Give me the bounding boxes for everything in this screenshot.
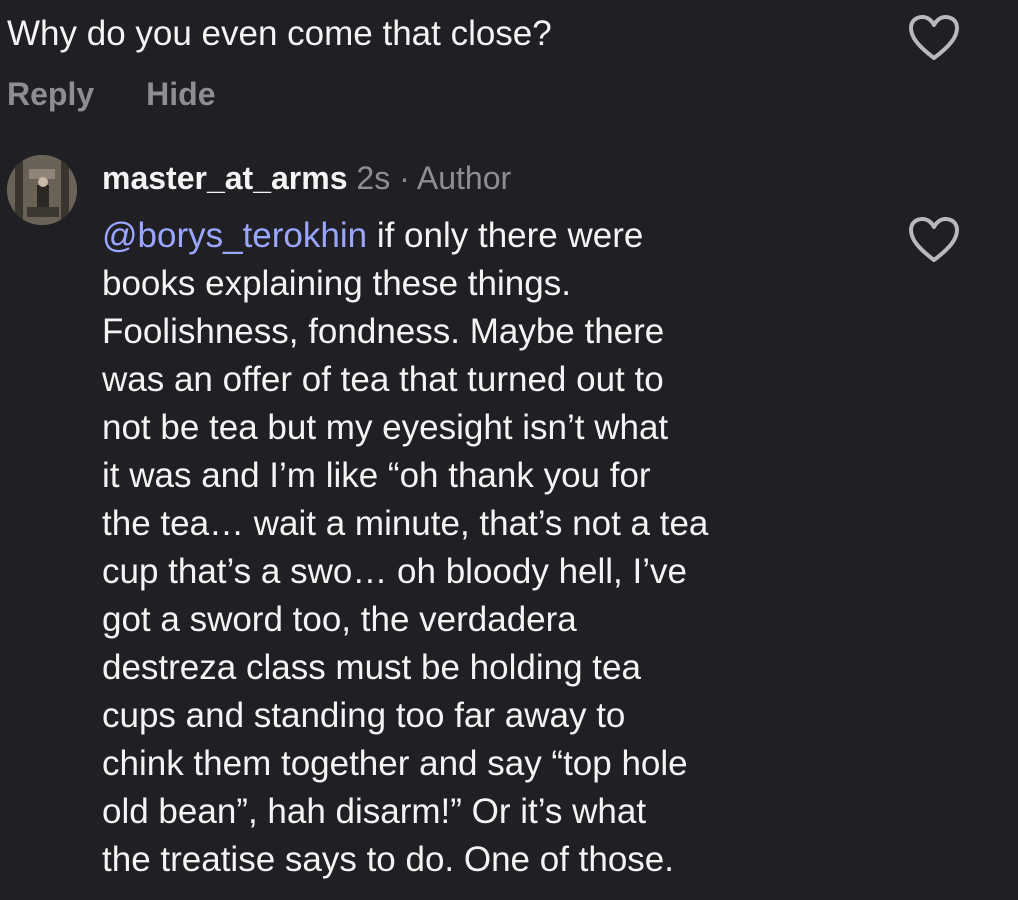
reply-line: chink them together and say “top hole bbox=[102, 744, 688, 783]
avatar-image bbox=[7, 155, 77, 225]
username[interactable]: master_at_arms bbox=[102, 160, 348, 196]
heart-outline-icon bbox=[909, 217, 959, 262]
hide-button[interactable]: Hide bbox=[146, 76, 215, 113]
reply-line: Foolishness, fondness. Maybe there bbox=[102, 312, 665, 351]
reply-line: destreza class must be holding tea bbox=[102, 648, 641, 687]
reply-line: got a sword too, the verdadera bbox=[102, 600, 577, 639]
reply-line: it was and I’m like “oh thank you for bbox=[102, 456, 651, 495]
reply-button[interactable]: Reply bbox=[7, 76, 94, 113]
author-badge: Author bbox=[416, 160, 512, 196]
reply-line: not be tea but my eyesight isn’t what bbox=[102, 408, 669, 447]
reply-text: @borys_terokhin if only there were books… bbox=[102, 212, 892, 884]
user-avatar[interactable] bbox=[7, 155, 77, 225]
mention-link[interactable]: @borys_terokhin bbox=[102, 216, 367, 255]
reply-line-text: if only there were bbox=[367, 216, 644, 255]
reply-line: the tea… wait a minute, that’s not a tea bbox=[102, 504, 709, 543]
separator: · bbox=[399, 160, 410, 196]
reply-line: cup that’s a swo… oh bloody hell, I’ve bbox=[102, 552, 687, 591]
heart-outline-icon bbox=[909, 15, 959, 60]
reply-line: was an offer of tea that turned out to bbox=[102, 360, 664, 399]
comment-actions: Reply Hide bbox=[7, 76, 215, 113]
reply-line: @borys_terokhin if only there were bbox=[102, 212, 892, 260]
heart-icon-reply[interactable] bbox=[908, 216, 960, 264]
timestamp: 2s bbox=[356, 160, 391, 196]
reply-line: the treatise says to do. One of those. bbox=[102, 840, 674, 879]
reply-line: cups and standing too far away to bbox=[102, 696, 626, 735]
parent-comment-text: Why do you even come that close? bbox=[7, 14, 552, 53]
reply-line: old bean”, hah disarm!” Or it’s what bbox=[102, 792, 647, 831]
parent-comment: Why do you even come that close? bbox=[7, 10, 887, 58]
reply-line: books explaining these things. bbox=[102, 264, 571, 303]
heart-icon[interactable] bbox=[908, 14, 960, 62]
reply-header: master_at_arms 2s · Author bbox=[102, 156, 511, 200]
